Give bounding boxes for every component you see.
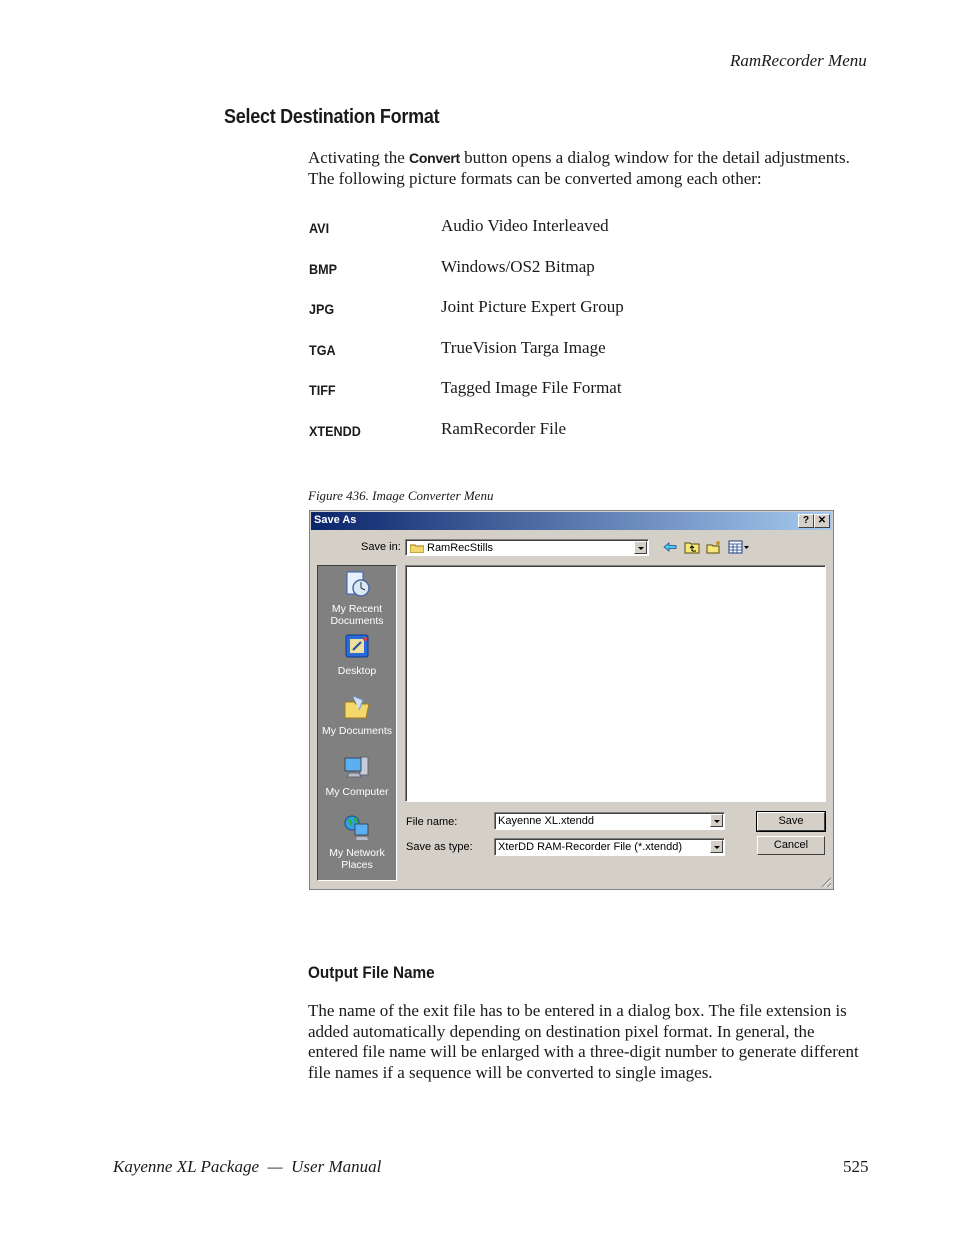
new-folder-icon[interactable] [706,540,722,554]
desktop-icon [345,634,369,658]
chevron-down-icon[interactable] [710,840,723,853]
output-paragraph: The name of the exit file has to be ente… [308,1001,859,1082]
format-description: Tagged Image File Format [441,378,622,397]
format-row: JPG Joint Picture Expert Group [308,297,868,321]
format-code: TIFF [309,382,336,398]
file-name-value: Kayenne XL.xtendd [498,815,595,827]
format-description: Audio Video Interleaved [441,216,609,235]
back-arrow-icon[interactable] [662,540,678,554]
format-row: AVI Audio Video Interleaved [308,216,868,240]
place-label: My Computer [325,786,389,798]
place-my-documents[interactable]: My Documents [318,692,396,737]
save-in-dropdown[interactable]: RamRecStills [405,539,649,556]
intro-text-before: Activating the [308,148,410,167]
format-code: JPG [309,301,335,317]
format-description: TrueVision Targa Image [441,338,606,357]
place-my-computer[interactable]: My Computer [318,753,396,798]
format-row: BMP Windows/OS2 Bitmap [308,257,868,281]
dialog-titlebar[interactable]: Save As ? ✕ [311,512,832,530]
save-as-type-dropdown[interactable]: XterDD RAM-Recorder File (*.xtendd) [494,838,725,856]
recent-documents-icon [346,571,370,597]
place-label: My Network Places [329,847,385,871]
dialog-title: Save As [314,514,357,526]
output-section-title: Output File Name [308,963,435,982]
figure-caption: Figure 436. Image Converter Menu [308,488,494,503]
place-label: My Recent Documents [330,603,384,627]
file-list[interactable] [405,565,826,802]
network-places-icon [344,815,369,840]
place-label: My Documents [321,725,393,737]
save-as-type-label: Save as type: [406,841,473,853]
close-button[interactable]: ✕ [814,514,830,528]
save-as-type-value: XterDD RAM-Recorder File (*.xtendd) [498,841,682,853]
format-code: TGA [309,342,336,358]
format-description: RamRecorder File [441,419,567,438]
file-name-input[interactable]: Kayenne XL.xtendd [494,812,725,830]
my-computer-icon [344,756,369,778]
save-in-label: Save in: [361,541,401,553]
format-row: TGA TrueVision Targa Image [308,338,868,362]
place-recent-documents[interactable]: My Recent Documents [318,570,396,627]
section-title: Select Destination Format [224,106,440,128]
save-button[interactable]: Save [756,811,826,832]
resize-grip-icon[interactable] [819,875,831,887]
folder-icon [410,544,424,553]
place-label: Desktop [337,665,377,677]
save-as-dialog: Save As ? ✕ Save in: RamRecStills My Rec… [309,510,834,890]
help-button[interactable]: ? [798,514,814,528]
convert-keyword: Convert [409,150,460,166]
view-menu-icon[interactable] [728,540,750,554]
footer-title: Kayenne XL Package — User Manual [113,1157,382,1176]
format-row: XTENDD RamRecorder File [308,419,868,443]
my-documents-icon [344,695,370,719]
format-code: BMP [309,261,338,277]
file-name-label: File name: [406,816,458,828]
save-in-value: RamRecStills [427,542,494,554]
format-description: Joint Picture Expert Group [441,297,624,316]
cancel-button[interactable]: Cancel [757,836,825,855]
up-folder-icon[interactable] [684,540,700,554]
chevron-down-icon[interactable] [710,814,723,827]
place-desktop[interactable]: Desktop [318,632,396,677]
format-code: AVI [309,220,330,236]
running-head: RamRecorder Menu [730,51,867,70]
format-row: TIFF Tagged Image File Format [308,378,868,402]
format-description: Windows/OS2 Bitmap [441,257,595,276]
chevron-down-icon[interactable] [634,541,647,554]
place-my-network-places[interactable]: My Network Places [318,814,396,871]
format-code: XTENDD [309,423,361,439]
page-number: 525 [843,1157,869,1176]
places-bar: My Recent Documents Desktop My Documents… [317,565,397,881]
intro-paragraph: Activating the Convert button opens a di… [308,148,868,189]
